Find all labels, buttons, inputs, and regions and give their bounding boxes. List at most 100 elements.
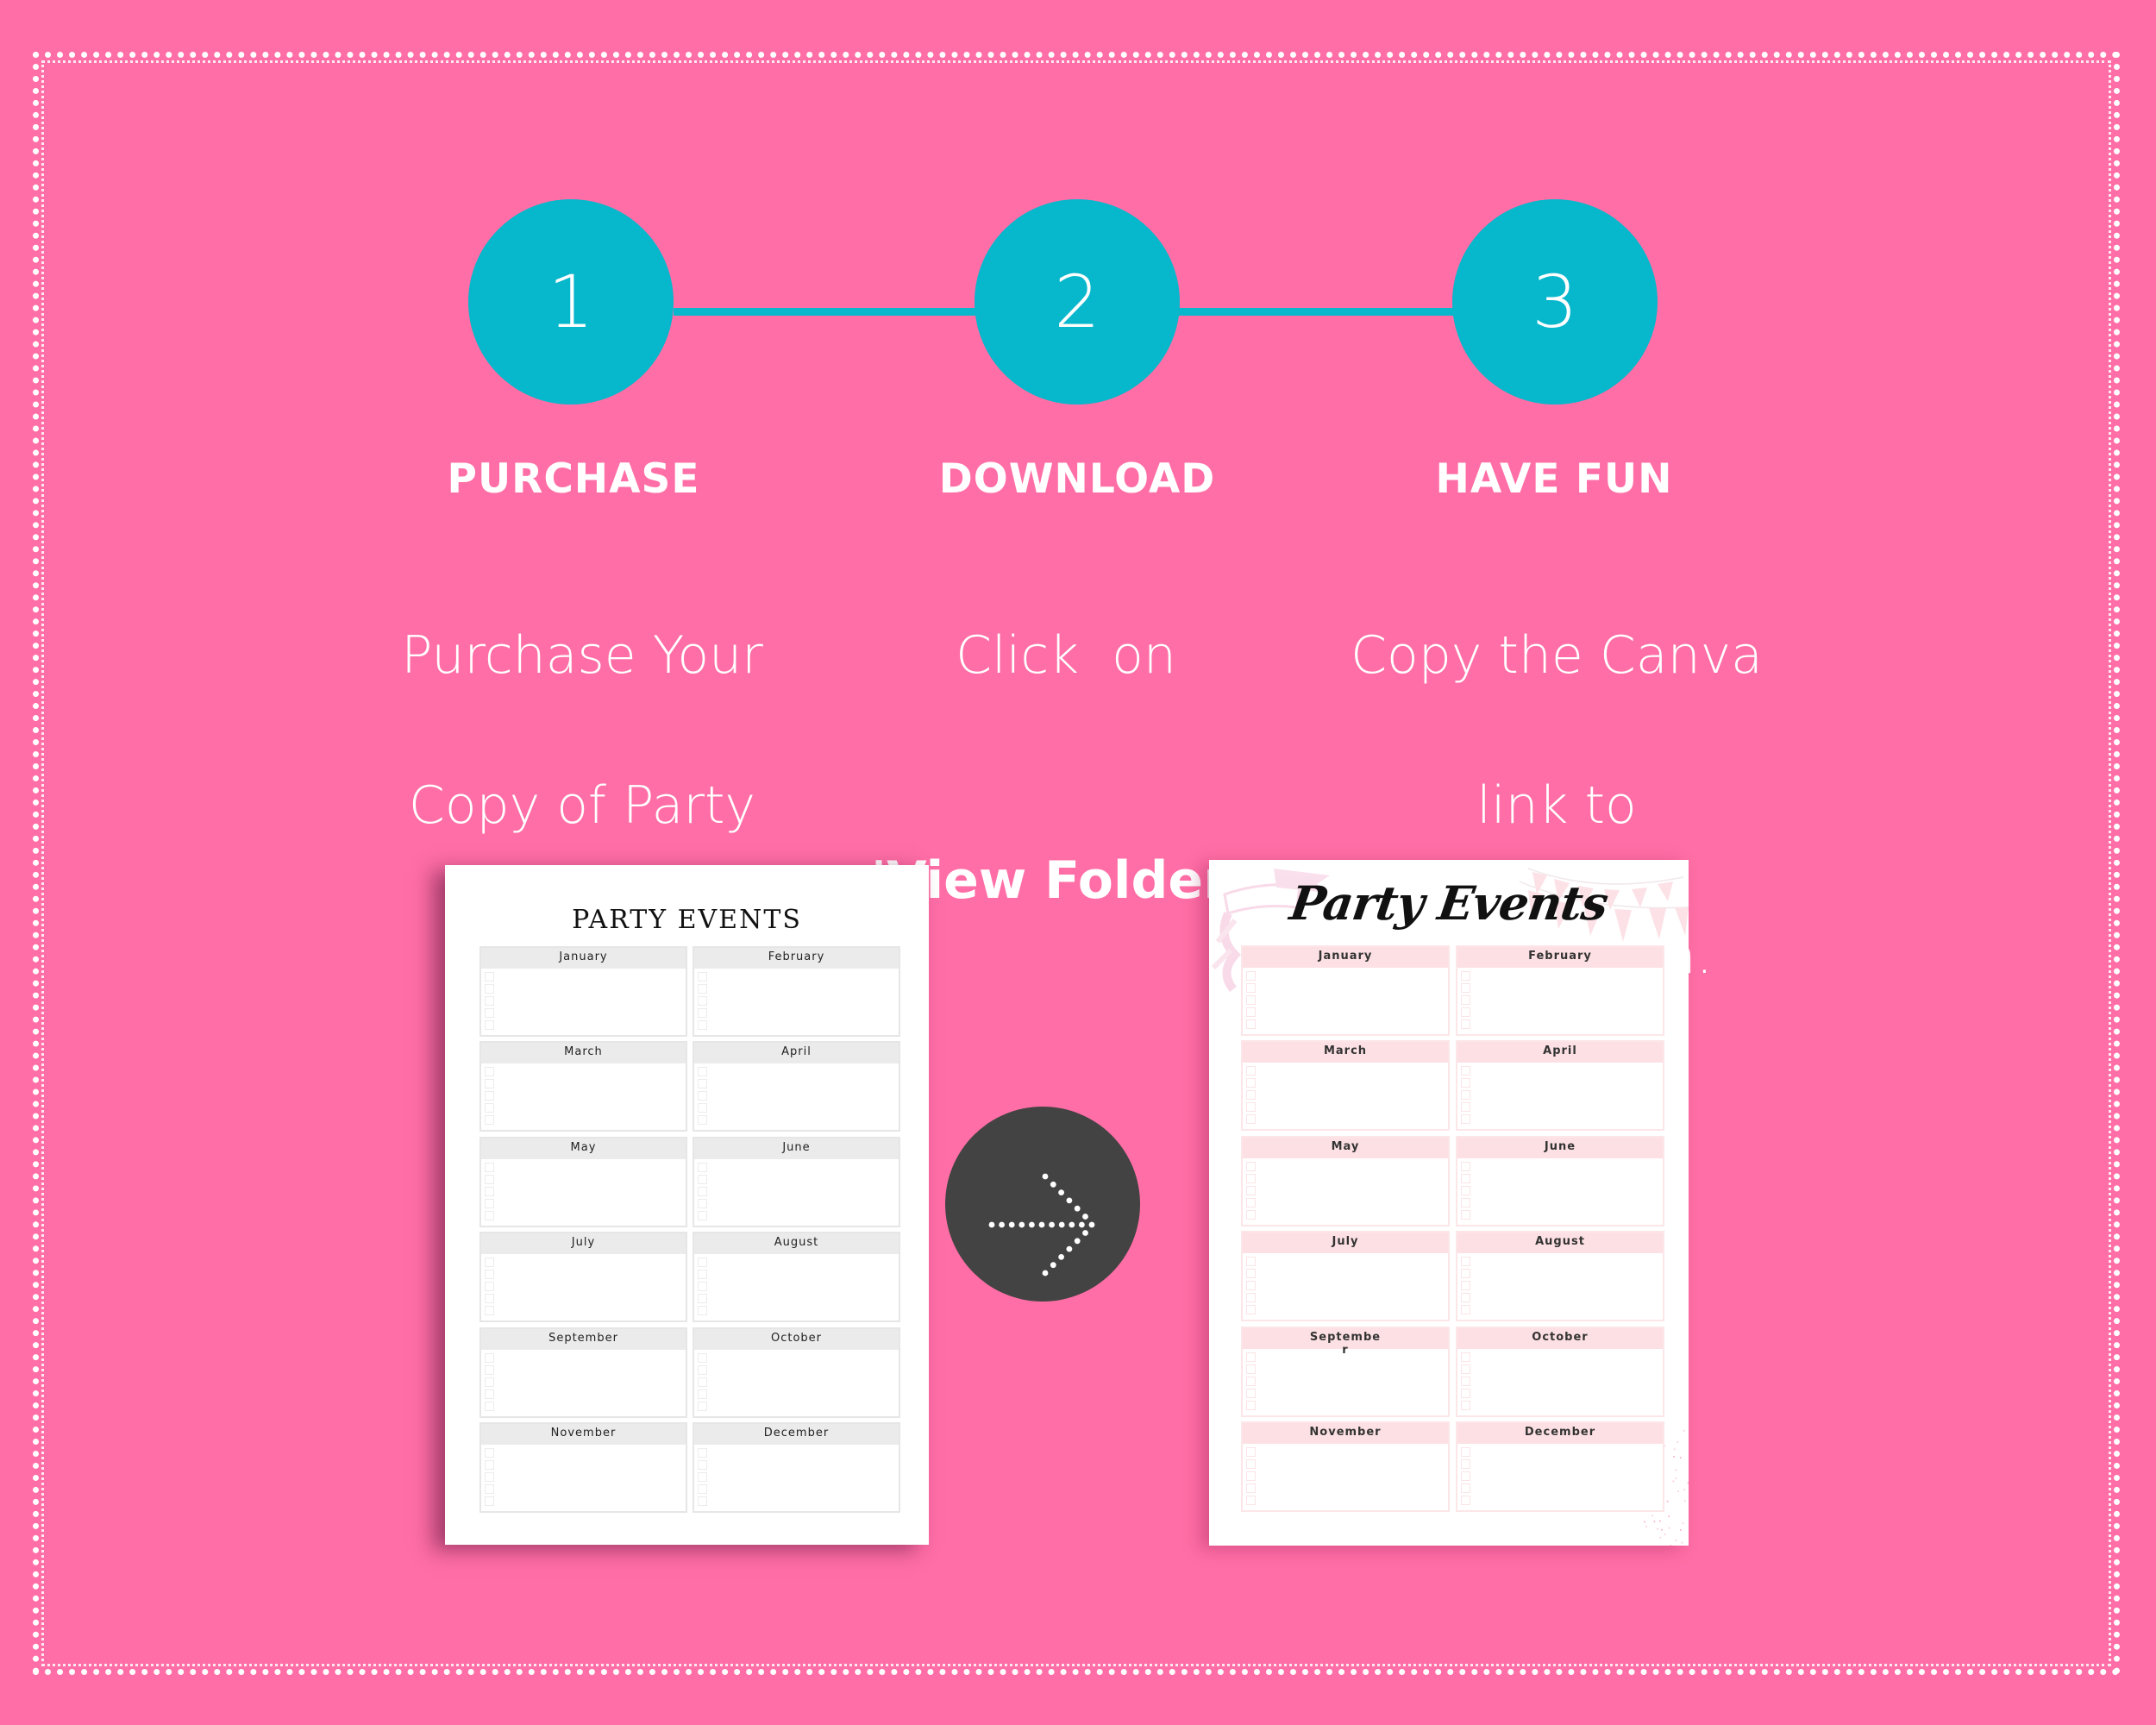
- checkbox: [698, 1174, 707, 1184]
- month-box-5: June: [1456, 1135, 1664, 1226]
- arrow-dot: [1069, 1221, 1075, 1228]
- checkbox: [1246, 1459, 1256, 1469]
- checkbox: [698, 1460, 707, 1470]
- checkbox: [1461, 1269, 1470, 1279]
- checkbox-list: [1246, 1447, 1256, 1508]
- checkbox-list: [1461, 1161, 1470, 1222]
- checkbox: [1461, 1007, 1470, 1017]
- checkbox: [485, 1174, 494, 1184]
- month-label: January: [1243, 947, 1448, 968]
- glitter-speck: [1666, 1500, 1669, 1502]
- glitter-speck: [1661, 1528, 1663, 1531]
- glitter-speck: [1668, 1527, 1670, 1529]
- step-3-line-2: link to: [1476, 775, 1637, 836]
- checkbox: [485, 1377, 494, 1387]
- arrow-dot: [1082, 1214, 1088, 1220]
- checkbox-list: [1246, 1066, 1256, 1126]
- glitter-speck: [1677, 1490, 1679, 1492]
- month-label: November: [481, 1424, 686, 1445]
- checkbox: [485, 1448, 494, 1458]
- month-box-8: Septembe r: [1241, 1326, 1450, 1417]
- checkbox: [485, 1472, 494, 1482]
- planner-preview-plain: PARTY EVENTS January February March April Ma…: [445, 865, 929, 1545]
- glitter-speck: [1670, 1545, 1672, 1546]
- glitter-speck: [1657, 1527, 1658, 1530]
- checkbox: [1246, 995, 1256, 1005]
- month-label: December: [1457, 1423, 1663, 1444]
- arrow-dot: [1058, 1189, 1064, 1195]
- checkbox: [1246, 1161, 1256, 1171]
- checkbox: [698, 1472, 707, 1482]
- step-3-title: HAVE FUN: [1435, 455, 1673, 503]
- step-3-line-1: Copy the Canva: [1351, 625, 1763, 686]
- checkbox: [1461, 995, 1470, 1005]
- month-label: December: [694, 1424, 899, 1445]
- checkbox: [698, 1401, 707, 1411]
- checkbox: [698, 972, 707, 982]
- checkbox: [485, 1020, 494, 1030]
- month-box-3: April: [1456, 1040, 1664, 1132]
- checkbox: [1461, 1257, 1470, 1267]
- checkbox: [1461, 1376, 1470, 1386]
- checkbox: [1246, 1305, 1256, 1315]
- checkbox: [485, 1352, 494, 1363]
- checkbox: [1246, 1447, 1256, 1457]
- month-box-10: November: [1241, 1421, 1450, 1512]
- arrow-dot: [1088, 1221, 1095, 1228]
- checkbox: [698, 1377, 707, 1387]
- checkbox: [698, 1115, 707, 1126]
- checkbox: [1246, 1376, 1256, 1386]
- step-2-number: 2: [1054, 260, 1100, 344]
- checkbox: [485, 1198, 494, 1208]
- dotted-arrow-right-icon: [988, 1173, 1095, 1276]
- checkbox: [1461, 1114, 1470, 1125]
- arrow-dot: [1074, 1205, 1081, 1212]
- checkbox: [485, 1258, 494, 1268]
- checkbox: [485, 1067, 494, 1077]
- checkbox: [1461, 1484, 1470, 1493]
- month-box-7: August: [693, 1232, 900, 1323]
- checkbox: [698, 1198, 707, 1208]
- checkbox: [698, 1091, 707, 1101]
- checkbox: [485, 1079, 494, 1089]
- month-label: March: [1243, 1042, 1448, 1063]
- arrow-dot: [1049, 1221, 1055, 1228]
- month-label: October: [1457, 1327, 1663, 1349]
- checkbox: [1246, 1090, 1256, 1101]
- checkbox: [485, 1186, 494, 1196]
- arrow-dot: [1008, 1221, 1015, 1228]
- checkbox: [485, 972, 494, 982]
- month-box-9: October: [1456, 1326, 1664, 1417]
- checkbox: [485, 1364, 494, 1375]
- checkbox: [485, 1484, 494, 1494]
- step-2-circle: 2: [975, 199, 1180, 405]
- month-label: February: [694, 948, 899, 969]
- glitter-speck: [1682, 1522, 1684, 1524]
- arrow-dot: [1066, 1197, 1073, 1204]
- checkbox: [698, 1103, 707, 1113]
- checkbox: [1246, 1496, 1256, 1505]
- step-1-circle: 1: [468, 199, 674, 405]
- checkbox: [698, 1484, 707, 1494]
- step-2-line-1: Click on: [956, 625, 1176, 686]
- checkbox: [698, 1294, 707, 1304]
- checkbox-list: [485, 1162, 494, 1223]
- checkbox-list: [1461, 1447, 1470, 1508]
- step-1-number: 1: [548, 260, 594, 344]
- checkbox: [1461, 1090, 1470, 1101]
- checkbox: [1461, 1019, 1470, 1029]
- glitter-speck: [1653, 1521, 1656, 1522]
- arrow-dot: [988, 1221, 995, 1228]
- month-label: May: [1243, 1137, 1448, 1158]
- checkbox: [1246, 983, 1256, 993]
- checkbox: [1461, 1197, 1470, 1208]
- month-box-9: October: [693, 1327, 900, 1418]
- glitter-speck: [1673, 1448, 1676, 1451]
- arrow-dot: [1050, 1262, 1056, 1269]
- checkbox: [1461, 1078, 1470, 1088]
- checkbox: [1246, 1019, 1256, 1029]
- checkbox: [1461, 1400, 1470, 1410]
- month-box-2: March: [479, 1041, 687, 1132]
- checkbox: [1246, 1209, 1256, 1220]
- checkbox-list: [1246, 971, 1256, 1032]
